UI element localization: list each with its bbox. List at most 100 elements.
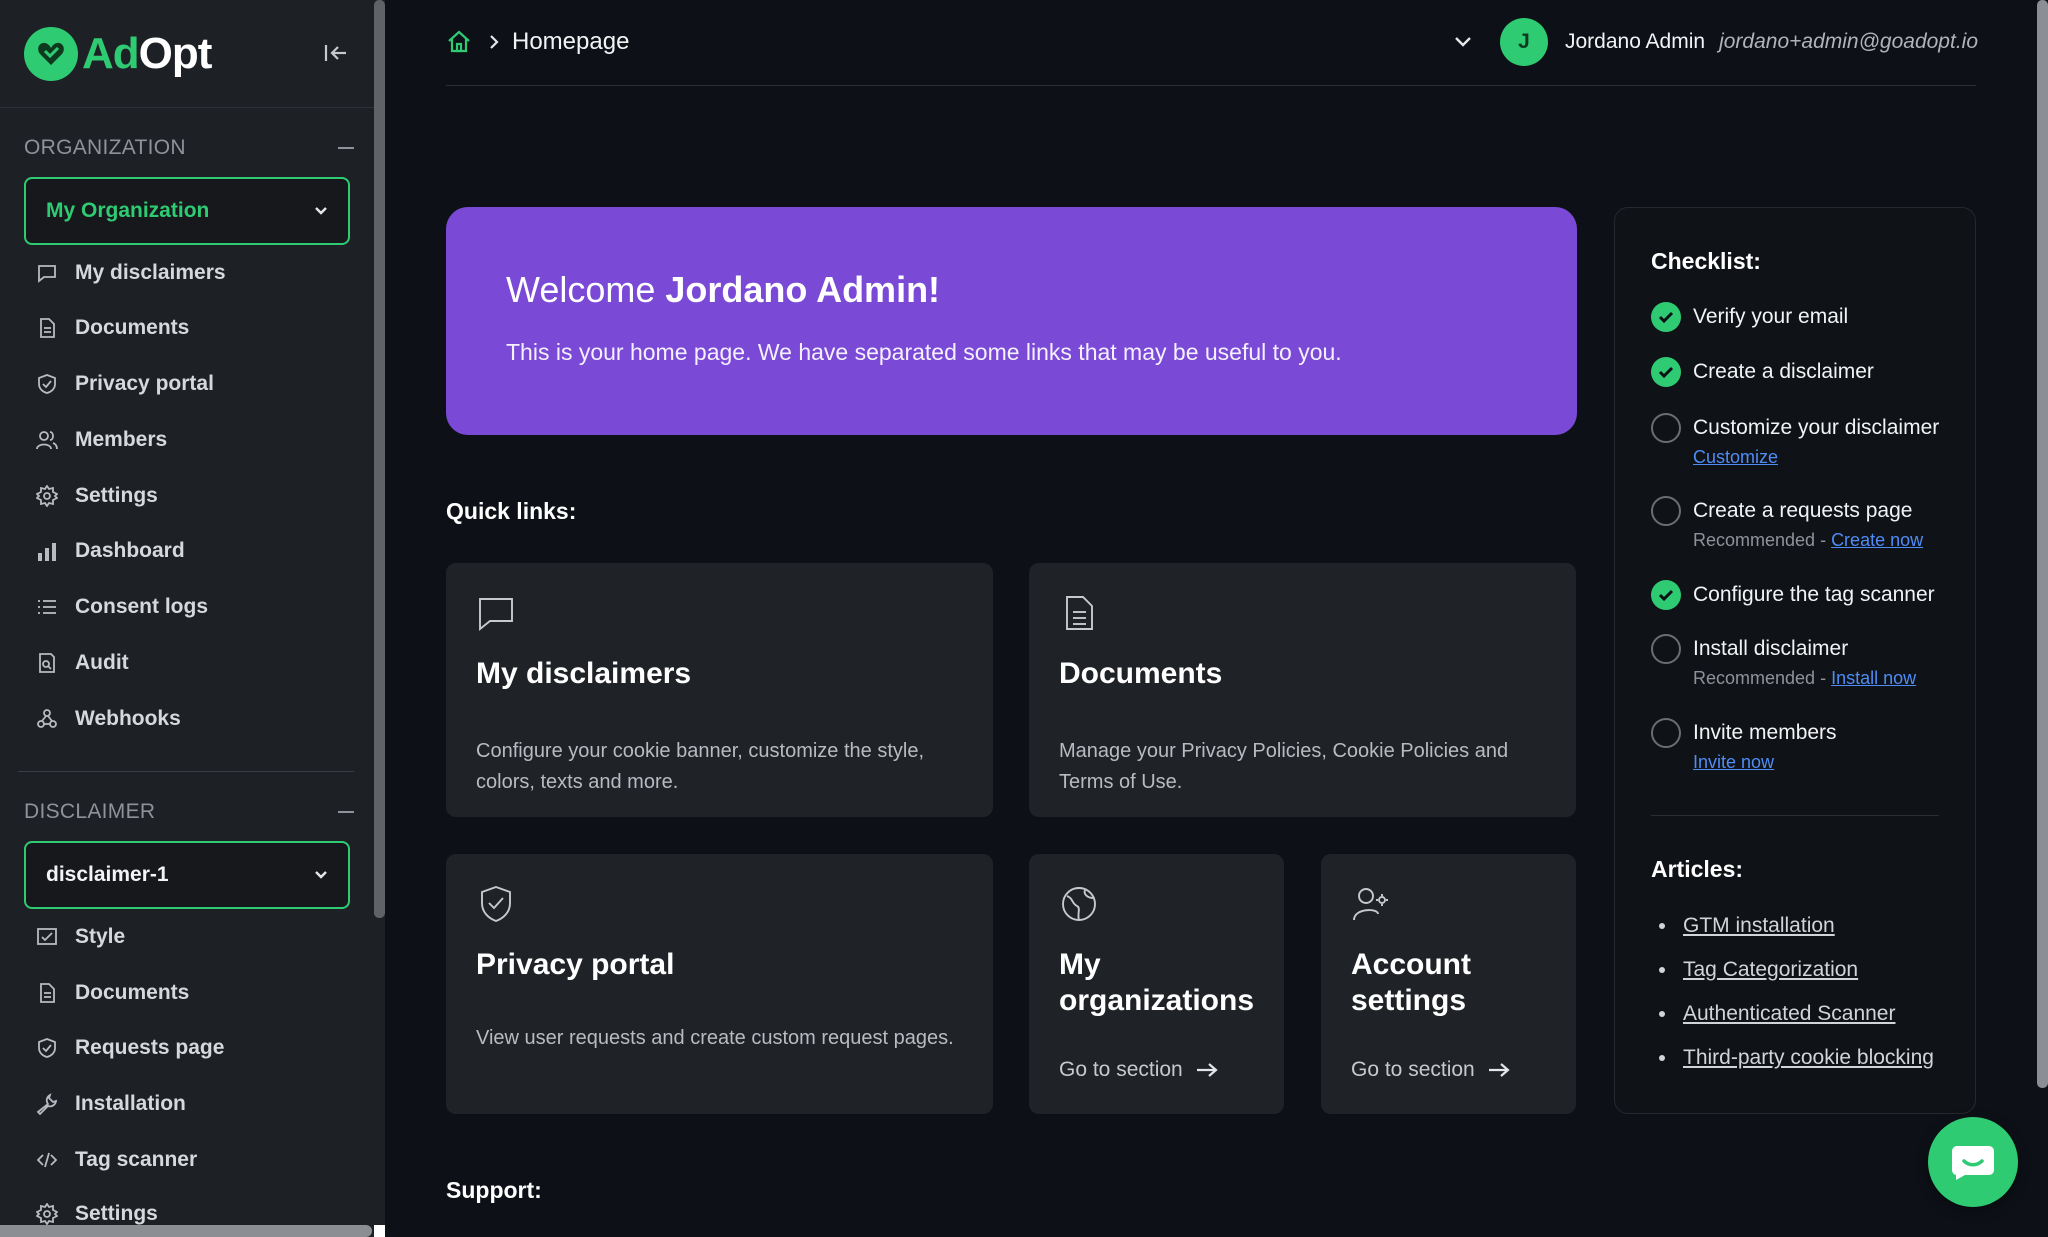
card-documents[interactable]: Documents Manage your Privacy Policies, … <box>1029 563 1576 817</box>
checklist-item: Create a disclaimer <box>1651 357 1951 387</box>
sidebar-item-documents[interactable]: Documents <box>36 308 189 348</box>
sidebar-item-webhooks[interactable]: Webhooks <box>36 699 181 739</box>
empty-circle-icon <box>1651 413 1681 443</box>
nav-label: My disclaimers <box>75 261 226 284</box>
home-icon[interactable] <box>446 29 472 55</box>
organization-select[interactable]: My Organization <box>24 177 350 245</box>
collapse-sidebar-icon[interactable] <box>322 38 350 68</box>
create-now-link[interactable]: Create now <box>1831 530 1923 550</box>
sidebar-item-members[interactable]: Members <box>36 420 167 460</box>
logo-wordmark: AdOpt <box>82 29 212 78</box>
shield-icon <box>481 885 511 923</box>
check-icon <box>1651 357 1681 387</box>
card-title: Privacy portal <box>476 948 675 981</box>
divider <box>0 107 375 108</box>
checklist-item: Verify your email <box>1651 302 1951 332</box>
sidebar-item-consent-logs[interactable]: Consent logs <box>36 587 208 627</box>
sidebar-item-disclaimer-documents[interactable]: Documents <box>36 973 189 1013</box>
collapse-section-icon[interactable] <box>338 811 354 813</box>
document-icon <box>1066 596 1093 630</box>
style-icon <box>37 928 57 945</box>
sidebar-item-tag-scanner[interactable]: Tag scanner <box>36 1140 197 1180</box>
article-link[interactable]: GTM installation <box>1651 914 1835 938</box>
bar-chart-icon <box>38 543 56 561</box>
user-email: jordano+admin@goadopt.io <box>1719 30 1978 53</box>
sidebar-item-dashboard[interactable]: Dashboard <box>36 531 185 571</box>
scrollbar-corner <box>374 1225 385 1237</box>
card-account-settings[interactable]: Account settings Go to section <box>1321 854 1576 1114</box>
arrow-right-icon <box>1488 1063 1510 1077</box>
nav-label: Dashboard <box>75 539 185 562</box>
card-privacy-portal[interactable]: Privacy portal View user requests and cr… <box>446 854 993 1114</box>
sidebar-item-settings[interactable]: Settings <box>36 476 158 516</box>
organization-section-header[interactable]: ORGANIZATION <box>24 133 354 163</box>
document-icon <box>40 318 55 338</box>
empty-circle-icon <box>1651 634 1681 664</box>
avatar[interactable]: J <box>1499 18 1548 66</box>
globe-icon <box>1062 887 1096 921</box>
sidebar: AdOpt ORGANIZATION My Organization My di… <box>0 0 385 1237</box>
nav-label: Audit <box>75 651 129 674</box>
empty-circle-icon <box>1651 718 1681 748</box>
article-title: GTM installation <box>1683 914 1835 937</box>
disclaimer-select[interactable]: disclaimer-1 <box>24 841 350 909</box>
nav-label: Requests page <box>75 1036 225 1059</box>
sidebar-item-installation[interactable]: Installation <box>36 1084 186 1124</box>
sidebar-horizontal-scrollbar[interactable] <box>0 1225 372 1237</box>
article-link[interactable]: Authenticated Scanner <box>1651 1002 1895 1026</box>
user-settings-icon <box>1353 888 1388 921</box>
nav-label: Privacy portal <box>75 372 214 395</box>
brand-logo[interactable]: AdOpt <box>24 26 354 82</box>
sidebar-item-privacy-portal[interactable]: Privacy portal <box>36 364 214 404</box>
collapse-section-icon[interactable] <box>338 147 354 149</box>
chevron-down-icon[interactable] <box>1452 31 1474 53</box>
shield-icon <box>38 1038 56 1058</box>
divider <box>1651 815 1939 816</box>
section-title: ORGANIZATION <box>24 136 186 159</box>
article-link[interactable]: Tag Categorization <box>1651 958 1858 982</box>
go-to-section-link[interactable]: Go to section <box>1351 1058 1511 1082</box>
empty-circle-icon <box>1651 496 1681 526</box>
card-my-organizations[interactable]: My organizations Go to section <box>1029 854 1284 1114</box>
recommended-note: Recommended - <box>1693 530 1832 550</box>
checklist-item: Customize your disclaimer Customize <box>1651 413 1951 468</box>
welcome-banner: Welcome Jordano Admin! This is your home… <box>446 207 1577 435</box>
sidebar-item-audit[interactable]: Audit <box>36 643 129 683</box>
checklist-item: Invite members Invite now <box>1651 718 1951 773</box>
articles-title: Articles: <box>1651 856 1744 882</box>
checklist-panel: Checklist: Verify your email Create a di… <box>1614 207 1976 1114</box>
user-menu[interactable]: J Jordano Admin jordano+admin@goadopt.io <box>1452 18 1978 66</box>
sidebar-item-my-disclaimers[interactable]: My disclaimers <box>36 253 226 293</box>
wrench-icon <box>36 1093 58 1115</box>
support-title: Support: <box>446 1177 542 1203</box>
invite-now-link[interactable]: Invite now <box>1693 752 1774 772</box>
article-title: Authenticated Scanner <box>1683 1002 1896 1025</box>
checklist-label: Create a requests page <box>1693 499 1913 522</box>
chat-support-button[interactable] <box>1928 1117 2018 1207</box>
nav-label: Documents <box>75 316 190 339</box>
article-title: Tag Categorization <box>1683 958 1859 981</box>
bullet <box>1659 967 1665 973</box>
nav-label: Installation <box>75 1092 186 1115</box>
sidebar-scrollbar[interactable] <box>374 0 385 918</box>
checklist-label: Invite members <box>1693 721 1837 744</box>
user-name: Jordano Admin <box>1564 30 1706 53</box>
chat-icon <box>38 265 56 283</box>
arrow-right-icon <box>1196 1063 1218 1077</box>
gear-icon <box>36 1203 58 1225</box>
install-now-link[interactable]: Install now <box>1831 668 1916 688</box>
card-title: Account settings <box>1351 948 1471 1017</box>
article-link[interactable]: Third-party cookie blocking <box>1651 1046 1934 1070</box>
shield-icon <box>38 374 56 394</box>
webhook-icon <box>37 709 57 728</box>
page-scrollbar[interactable] <box>2037 0 2048 1088</box>
card-my-disclaimers[interactable]: My disclaimers Configure your cookie ban… <box>446 563 993 817</box>
sidebar-item-requests-page[interactable]: Requests page <box>36 1028 224 1068</box>
card-title: My organizations <box>1059 948 1255 1017</box>
disclaimer-section-header[interactable]: DISCLAIMER <box>24 797 354 827</box>
go-to-section-link[interactable]: Go to section <box>1059 1058 1219 1082</box>
nav-label: Settings <box>75 1202 158 1225</box>
nav-label: Members <box>75 428 168 451</box>
sidebar-item-style[interactable]: Style <box>36 917 125 957</box>
customize-link[interactable]: Customize <box>1693 447 1778 467</box>
